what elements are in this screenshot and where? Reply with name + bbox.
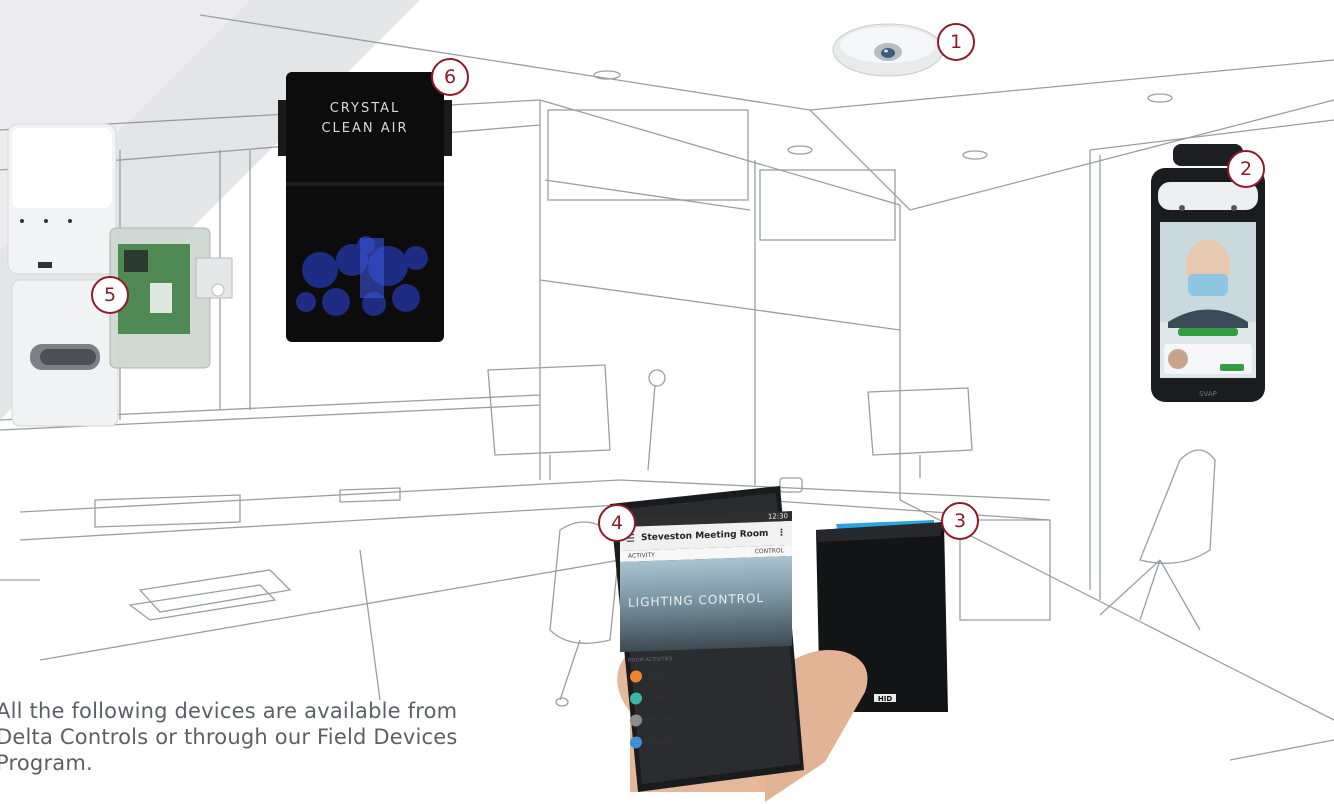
more-icon[interactable]: ⋮ bbox=[777, 528, 786, 538]
lights-dot-icon bbox=[630, 736, 642, 749]
list-item-label: Cool bbox=[650, 693, 666, 702]
list-item-label: Blinds bbox=[650, 715, 672, 724]
caption-line-3: Program. bbox=[0, 751, 93, 775]
purifier-brand-line1: CRYSTAL bbox=[330, 101, 401, 116]
list-item-label: Lights bbox=[650, 737, 672, 746]
list-item-label: Heat bbox=[650, 671, 667, 680]
air-quality-sensors bbox=[7, 123, 233, 427]
cool-dot-icon bbox=[630, 692, 642, 705]
phone-app-screen: 12:30 ☰ Steveston Meeting Room ⋮ ACTIVIT… bbox=[620, 510, 792, 767]
photo-overlay-text: LIGHTING CONTROL bbox=[628, 590, 765, 610]
caption-line-1: All the following devices are available … bbox=[0, 699, 458, 723]
ceiling-occupancy-sensor bbox=[832, 23, 944, 77]
air-purifier: CRYSTAL CLEAN AIR bbox=[278, 72, 452, 342]
blinds-dot-icon bbox=[630, 714, 642, 727]
badge-3: 3 bbox=[941, 502, 979, 540]
badge-4: 4 bbox=[598, 504, 636, 542]
tab-activity[interactable]: ACTIVITY bbox=[628, 552, 655, 560]
terminal-brand: SVAP bbox=[1199, 390, 1217, 398]
list-item[interactable]: Lights bbox=[620, 726, 792, 754]
office-scene: SVAP HID CRYSTAL CLEAN AIR 12:30 ☰ Steve… bbox=[0, 0, 1334, 804]
badge-6: 6 bbox=[431, 58, 469, 96]
heat-dot-icon bbox=[630, 670, 642, 683]
badge-2: 2 bbox=[1227, 150, 1265, 188]
room-photo: LIGHTING CONTROL bbox=[620, 555, 792, 653]
badge-5: 5 bbox=[91, 276, 129, 314]
tab-control[interactable]: CONTROL bbox=[755, 547, 784, 555]
badge-1: 1 bbox=[937, 23, 975, 61]
purifier-brand-line2: CLEAN AIR bbox=[321, 121, 408, 136]
availability-caption: All the following devices are available … bbox=[0, 698, 536, 776]
app-title: Steveston Meeting Room bbox=[640, 528, 769, 544]
caption-line-2: Delta Controls or through our Field Devi… bbox=[0, 725, 458, 749]
